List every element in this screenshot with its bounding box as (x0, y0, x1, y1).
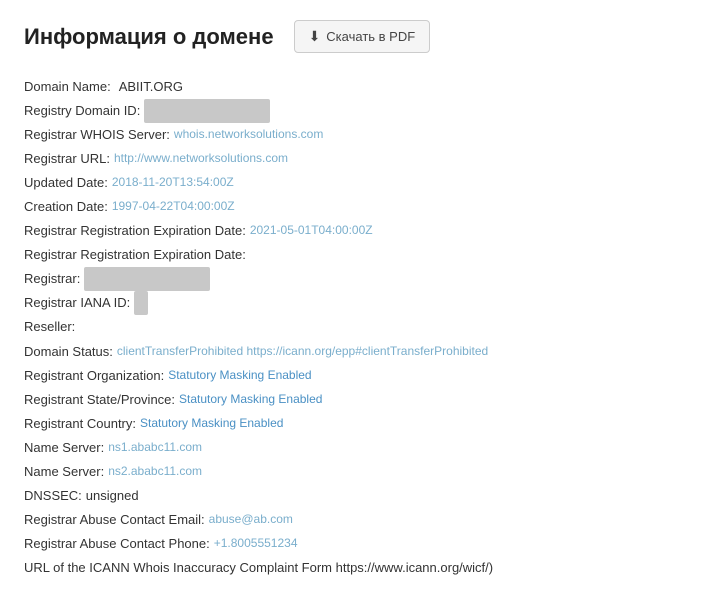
reseller-label: Reseller: (24, 315, 75, 339)
dnssec-row: DNSSEC: unsigned (24, 484, 677, 508)
registrant-state-value: Statutory Masking Enabled (179, 388, 322, 412)
registrar-url-row: Registrar URL: http://www.networksolutio… (24, 147, 677, 171)
expiration-date-label2: Registrar Registration Expiration Date: (24, 243, 246, 267)
icann-url-label: URL of the ICANN Whois Inaccuracy Compla… (24, 556, 493, 580)
icann-url-row: URL of the ICANN Whois Inaccuracy Compla… (24, 556, 677, 580)
iana-id-row: Registrar IANA ID: 2 (24, 291, 677, 315)
registrar-whois-label: Registrar WHOIS Server: (24, 123, 170, 147)
registrar-whois-row: Registrar WHOIS Server: whois.networksol… (24, 123, 677, 147)
download-icon: ⬇ (309, 28, 321, 45)
registrant-state-row: Registrant State/Province: Statutory Mas… (24, 388, 677, 412)
registrar-row: Registrar: Network Solutions, Inc (24, 267, 677, 291)
name-server2-value: ns2.ababc11.com (108, 460, 202, 484)
name-server2-label: Name Server: (24, 460, 104, 484)
registrant-country-label: Registrant Country: (24, 412, 136, 436)
iana-id-value: 2 (134, 291, 147, 315)
name-server1-label: Name Server: (24, 436, 104, 460)
updated-date-label: Updated Date: (24, 171, 108, 195)
registrant-country-value: Statutory Masking Enabled (140, 412, 283, 436)
registrant-org-label: Registrant Organization: (24, 364, 164, 388)
reseller-row: Reseller: (24, 315, 677, 339)
name-server2-row: Name Server: ns2.ababc11.com (24, 460, 677, 484)
abuse-email-value: abuse@ab.com (209, 508, 293, 532)
registrar-url-value: http://www.networksolutions.com (114, 147, 288, 171)
registrant-state-label: Registrant State/Province: (24, 388, 175, 412)
expiration-date-row1: Registrar Registration Expiration Date: … (24, 219, 677, 243)
registry-id-row: Registry Domain ID: ██████████████ (24, 99, 677, 123)
creation-date-value: 1997-04-22T04:00:00Z (112, 195, 235, 219)
abuse-email-label: Registrar Abuse Contact Email: (24, 508, 205, 532)
registrar-label: Registrar: (24, 267, 80, 291)
creation-date-row: Creation Date: 1997-04-22T04:00:00Z (24, 195, 677, 219)
domain-status-label: Domain Status: (24, 340, 113, 364)
registrar-whois-value: whois.networksolutions.com (174, 123, 323, 147)
abuse-phone-value: +1.8005551234 (214, 532, 298, 556)
name-server1-row: Name Server: ns1.ababc11.com (24, 436, 677, 460)
expiration-date-value1: 2021-05-01T04:00:00Z (250, 219, 373, 243)
registrant-country-row: Registrant Country: Statutory Masking En… (24, 412, 677, 436)
registrar-url-label: Registrar URL: (24, 147, 110, 171)
domain-info-section: Domain Name: ABIIT.ORG Registry Domain I… (24, 75, 677, 580)
domain-name-label: Domain Name: (24, 75, 111, 99)
pdf-download-button[interactable]: ⬇ Скачать в PDF (294, 20, 431, 53)
abuse-email-row: Registrar Abuse Contact Email: abuse@ab.… (24, 508, 677, 532)
creation-date-label: Creation Date: (24, 195, 108, 219)
updated-date-value: 2018-11-20T13:54:00Z (112, 171, 234, 195)
pdf-button-label: Скачать в PDF (326, 29, 415, 44)
domain-name-row: Domain Name: ABIIT.ORG (24, 75, 677, 99)
abuse-phone-label: Registrar Abuse Contact Phone: (24, 532, 210, 556)
name-server1-value: ns1.ababc11.com (108, 436, 202, 460)
domain-status-row: Domain Status: clientTransferProhibited … (24, 340, 677, 364)
registry-id-label: Registry Domain ID: (24, 99, 140, 123)
expiration-date-label1: Registrar Registration Expiration Date: (24, 219, 246, 243)
updated-date-row: Updated Date: 2018-11-20T13:54:00Z (24, 171, 677, 195)
registrant-org-value: Statutory Masking Enabled (168, 364, 311, 388)
iana-id-label: Registrar IANA ID: (24, 291, 130, 315)
abuse-phone-row: Registrar Abuse Contact Phone: +1.800555… (24, 532, 677, 556)
registrar-value: Network Solutions, Inc (84, 267, 210, 291)
dnssec-value: unsigned (86, 484, 139, 508)
domain-name-value: ABIIT.ORG (119, 75, 183, 99)
registry-id-value: ██████████████ (144, 99, 270, 123)
domain-status-value: clientTransferProhibited https://icann.o… (117, 340, 488, 364)
dnssec-label: DNSSEC: (24, 484, 82, 508)
registrant-org-row: Registrant Organization: Statutory Maski… (24, 364, 677, 388)
expiration-date-row2: Registrar Registration Expiration Date: (24, 243, 677, 267)
page-title: Информация о домене (24, 24, 274, 50)
